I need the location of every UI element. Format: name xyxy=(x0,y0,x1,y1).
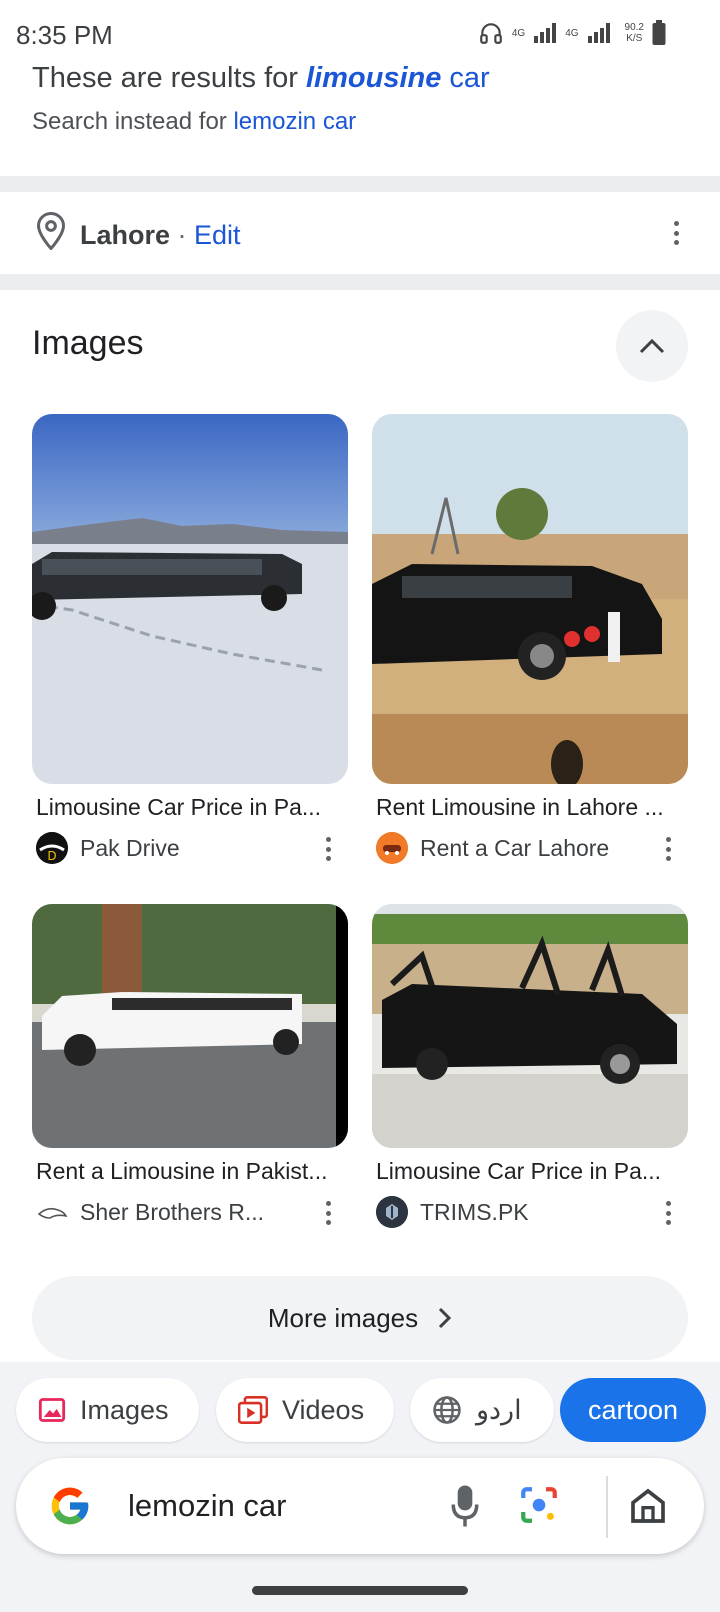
limousine-photo-4 xyxy=(372,904,688,1148)
limousine-photo-3 xyxy=(32,904,348,1148)
location-city: Lahore xyxy=(80,220,171,250)
location-edit-link[interactable]: Edit xyxy=(194,220,241,250)
mic-icon[interactable] xyxy=(450,1484,480,1528)
status-icons: 4G 4G 90.2 K/S xyxy=(478,20,666,46)
limousine-photo-2 xyxy=(372,414,688,784)
chip-videos[interactable]: Videos xyxy=(216,1378,394,1442)
location-row: Lahore · Edit xyxy=(0,192,720,274)
svg-text:D: D xyxy=(47,849,56,863)
home-indicator[interactable] xyxy=(252,1586,468,1595)
chevron-up-icon xyxy=(639,338,665,354)
image-result-2[interactable] xyxy=(372,414,688,784)
collapse-button[interactable] xyxy=(616,310,688,382)
battery-icon xyxy=(652,20,666,45)
image-result-2-more-icon[interactable] xyxy=(656,834,680,864)
image-result-1-source[interactable]: D Pak Drive xyxy=(36,832,180,864)
image-result-1-more-icon[interactable] xyxy=(316,834,340,864)
chip-images[interactable]: Images xyxy=(16,1378,199,1442)
lens-icon[interactable] xyxy=(518,1484,560,1526)
limousine-photo-1 xyxy=(32,414,348,784)
signal-icon xyxy=(534,23,557,43)
image-result-4-title[interactable]: Limousine Car Price in Pa... xyxy=(376,1158,676,1185)
chevron-right-icon xyxy=(439,1307,452,1329)
image-result-4-source[interactable]: TRIMS.PK xyxy=(376,1196,529,1228)
chip-cartoon[interactable]: cartoon xyxy=(560,1378,706,1442)
location-more-icon[interactable] xyxy=(664,218,688,248)
image-result-4[interactable] xyxy=(372,904,688,1148)
sher-brothers-favicon-icon xyxy=(36,1196,68,1228)
status-time: 8:35 PM xyxy=(16,20,113,50)
image-result-4-more-icon[interactable] xyxy=(656,1198,680,1228)
rent-a-car-favicon-icon xyxy=(376,832,408,864)
images-section-title: Images xyxy=(32,324,144,362)
pak-drive-favicon-icon: D xyxy=(36,832,68,864)
trims-favicon-icon xyxy=(376,1196,408,1228)
image-result-1[interactable] xyxy=(32,414,348,784)
results-note: These are results for limousine car xyxy=(32,62,490,94)
headphones-icon xyxy=(480,23,502,44)
image-result-3-source[interactable]: Sher Brothers R... xyxy=(36,1196,264,1228)
location-pin-icon xyxy=(36,212,66,250)
location-text: Lahore · Edit xyxy=(80,220,241,250)
search-instead: Search instead for lemozin car xyxy=(32,108,357,135)
image-result-3-more-icon[interactable] xyxy=(316,1198,340,1228)
globe-icon xyxy=(433,1396,461,1424)
image-result-3[interactable] xyxy=(32,904,348,1148)
home-icon[interactable] xyxy=(628,1486,668,1526)
image-result-2-title[interactable]: Rent Limousine in Lahore ... xyxy=(376,794,676,821)
search-bar[interactable]: lemozin car xyxy=(16,1458,704,1554)
corrected-query-rest[interactable]: car xyxy=(441,62,489,94)
more-images-button[interactable]: More images xyxy=(32,1276,688,1360)
network-speed: 90.2 K/S xyxy=(624,22,644,44)
google-logo-icon xyxy=(51,1487,89,1525)
divider xyxy=(0,274,720,290)
divider xyxy=(0,176,720,192)
image-result-2-source[interactable]: Rent a Car Lahore xyxy=(376,832,609,864)
corrected-query-link[interactable]: limousine xyxy=(306,62,441,94)
image-result-1-title[interactable]: Limousine Car Price in Pa... xyxy=(36,794,336,821)
chip-urdu[interactable]: اردو xyxy=(410,1378,554,1442)
video-icon xyxy=(238,1396,268,1424)
image-icon xyxy=(38,1398,66,1422)
search-divider xyxy=(606,1476,608,1538)
signal-icon-2 xyxy=(587,23,610,43)
network-type-1: 4G xyxy=(511,27,526,39)
image-result-3-title[interactable]: Rent a Limousine in Pakist... xyxy=(36,1158,336,1185)
network-type-2: 4G xyxy=(565,27,579,39)
search-query[interactable]: lemozin car xyxy=(128,1488,287,1524)
search-instead-link[interactable]: lemozin car xyxy=(233,108,356,135)
